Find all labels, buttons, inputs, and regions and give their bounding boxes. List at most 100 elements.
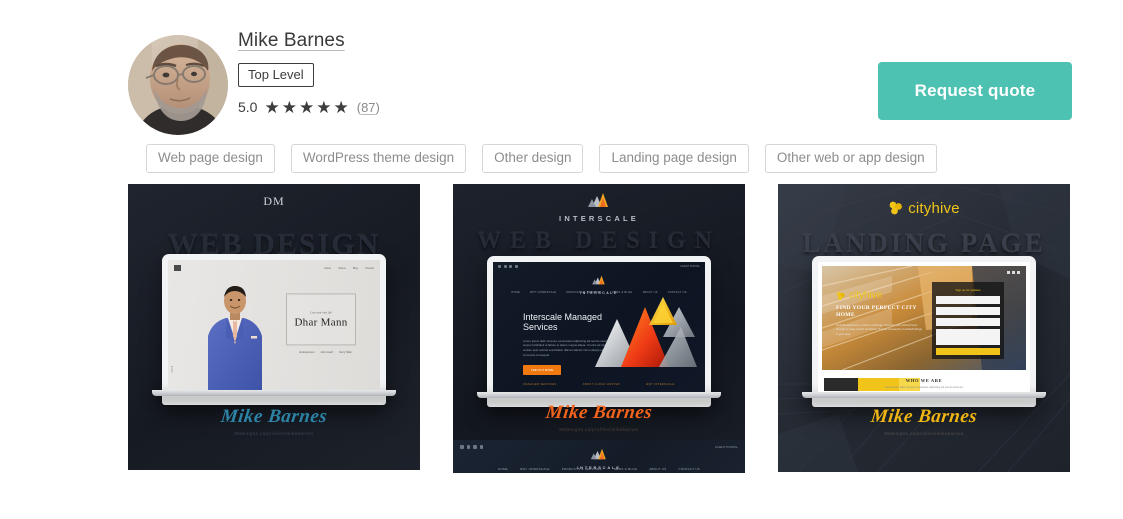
site-header-strip: CLIENT PORTAL INTERSCALE HOME WHY INTERS… [453, 440, 745, 473]
footer-link: MANAGED SERVICES [523, 383, 557, 386]
review-count-value: 87 [361, 99, 376, 115]
hero-copy: cityhive FIND YOUR PERFECT CITY HOME Fin… [836, 290, 922, 338]
who-title: WHO WE ARE [905, 378, 943, 383]
instagram-icon [514, 265, 518, 268]
signature-name: Mike Barnes [869, 406, 979, 427]
nav-link: Blog [352, 266, 359, 270]
site-logo-icon [174, 265, 181, 271]
website-preview-dhar-mann: About Videos Blog Contact Live your best… [168, 260, 380, 390]
designer-name-link[interactable]: Mike Barnes [238, 30, 345, 53]
who-we-are-section: WHO WE ARE Lorem ipsum dolor sit amet co… [818, 378, 1030, 389]
facebook-icon [498, 265, 501, 268]
interscale-mountain-icon [592, 275, 605, 285]
footer-link: WHY INTERSCALE [646, 383, 675, 386]
signature-name: Mike Barnes [219, 406, 329, 427]
review-count-link[interactable]: (87) [357, 100, 380, 115]
portfolio-item-interscale[interactable]: INTERSCALE WEB DESIGN CLIENT PORTAL INTE… [453, 184, 745, 473]
laptop-screen: About Videos Blog Contact Live your best… [168, 260, 380, 390]
menu-item: ABOUT US [649, 467, 667, 471]
cityhive-wordmark: cityhive [908, 199, 960, 217]
designer-profile-card: Mike Barnes Top Level 5.0 ★ ★ ★ ★ ★ (87)… [0, 0, 1123, 519]
menu-item: HOME [511, 291, 520, 294]
hero-section: cityhive FIND YOUR PERFECT CITY HOME Fin… [822, 266, 1026, 370]
portfolio-item-dhar-mann[interactable]: DM WEB DESIGN About Videos Blog Contact … [128, 184, 420, 470]
hero-heading: FIND YOUR PERFECT CITY HOME [836, 305, 917, 319]
request-quote-button[interactable]: Request quote [878, 62, 1072, 120]
social-icons [1007, 271, 1020, 274]
scroll-label: Scroll [171, 365, 174, 373]
hero-tagline: Live your best life [310, 310, 332, 315]
site-brand: cityhive [836, 290, 922, 301]
star-icon: ★ [264, 97, 280, 117]
mountain-graphic [595, 297, 697, 367]
site-wordmark: cityhive [849, 290, 883, 301]
menu-item: CONTACT US [678, 467, 700, 471]
cityhive-hex-icon [889, 201, 903, 215]
laptop-mockup: CLIENT PORTAL INTERSCALE HOME WHY INTERS… [477, 256, 721, 407]
menu-item: WHY INTERSCALE [519, 467, 550, 471]
instagram-icon [1017, 271, 1020, 274]
hero-subtitle: Life Coach [320, 351, 334, 354]
laptop-mockup: cityhive FIND YOUR PERFECT CITY HOME Fin… [802, 256, 1046, 407]
site-topbar: CLIENT PORTAL [498, 265, 700, 268]
nav-link: Videos [337, 266, 346, 270]
signup-form: Sign up for updates [932, 282, 1004, 359]
laptop-base [152, 390, 396, 396]
website-preview-cityhive: cityhive FIND YOUR PERFECT CITY HOME Fin… [818, 262, 1030, 392]
laptop-base [477, 392, 721, 398]
tag-other-design[interactable]: Other design [482, 144, 584, 173]
website-preview-interscale: CLIENT PORTAL INTERSCALE HOME WHY INTERS… [493, 262, 705, 392]
tag-web-page-design[interactable]: Web page design [146, 144, 275, 173]
designer-signature: Mike Barnes 99designs.ca/profiles/mikeba… [128, 406, 420, 436]
portfolio-item-cityhive[interactable]: cityhive LANDING PAGE cityhive FIND YOUR… [778, 184, 1070, 472]
linkedin-icon [509, 265, 512, 268]
project-brand-logo: INTERSCALE [453, 192, 745, 224]
signature-name: Mike Barnes [544, 402, 654, 423]
designer-header: Mike Barnes Top Level 5.0 ★ ★ ★ ★ ★ (87)… [128, 30, 1072, 138]
cityhive-hex-icon [837, 291, 845, 300]
star-icon: ★ [281, 97, 297, 117]
site-nav-links: About Videos Blog Contact [324, 267, 374, 270]
avatar[interactable] [128, 35, 228, 135]
laptop-screen: cityhive FIND YOUR PERFECT CITY HOME Fin… [818, 262, 1030, 392]
form-title: Sign up for updates [955, 288, 981, 292]
tag-landing-page-design[interactable]: Landing page design [599, 144, 749, 173]
designer-signature: Mike Barnes 99designs.ca/profiles/mikeba… [778, 406, 1070, 436]
form-field-email [936, 307, 1000, 315]
hero-title: Dhar Mann [294, 316, 348, 329]
laptop-mockup: About Videos Blog Contact Live your best… [152, 254, 396, 405]
hero-subtitle: Entrepreneur [299, 351, 315, 354]
menu-item: NEWS & BLOG [613, 467, 638, 471]
interscale-mountain-icon [590, 448, 606, 460]
nav-link: Contact [365, 266, 374, 270]
designer-signature: Mike Barnes 99designs.ca/profiles/mikeba… [453, 402, 745, 432]
laptop-lid: CLIENT PORTAL INTERSCALE HOME WHY INTERS… [477, 256, 721, 407]
nav-link: About [324, 266, 331, 270]
footer-link: ABOUT CLOUD HOSTED [582, 383, 621, 386]
laptop-screen: CLIENT PORTAL INTERSCALE HOME WHY INTERS… [493, 262, 705, 392]
star-icon: ★ [333, 97, 349, 117]
status-badge: Top Level [238, 63, 314, 87]
hero-cta-button: FIND OUT MORE [523, 364, 562, 375]
signature-url: 99designs.ca/profiles/mikebarnes [234, 431, 314, 436]
strip-menu: HOME WHY INTERSCALE PRODUCTS & SERVICES … [453, 467, 745, 471]
signature-url: 99designs.ca/profiles/mikebarnes [884, 431, 964, 436]
hero-footer-links: MANAGED SERVICES ABOUT CLOUD HOSTED WHY … [493, 383, 705, 386]
laptop-base [802, 392, 1046, 398]
who-body: Lorem ipsum dolor sit amet consectetur a… [884, 386, 964, 389]
site-nav: About Videos Blog Contact [174, 265, 374, 271]
form-submit-button [936, 348, 1000, 355]
social-icons [498, 265, 518, 268]
hero-subtitles: Entrepreneur Life Coach Story Teller [300, 351, 352, 354]
tag-wordpress-theme-design[interactable]: WordPress theme design [290, 144, 467, 173]
rating-row: 5.0 ★ ★ ★ ★ ★ (87) [238, 98, 380, 116]
interscale-wordmark: INTERSCALE [559, 214, 639, 223]
tag-other-web-or-app-design[interactable]: Other web or app design [764, 144, 937, 173]
avatar-photo [128, 35, 228, 135]
star-icon: ★ [316, 97, 332, 117]
facebook-icon [1007, 271, 1010, 274]
portfolio-gallery: DM WEB DESIGN About Videos Blog Contact … [128, 184, 1070, 476]
form-field-comments [936, 329, 1000, 345]
twitter-icon [503, 265, 507, 268]
project-brand-logo: DM [128, 192, 420, 224]
